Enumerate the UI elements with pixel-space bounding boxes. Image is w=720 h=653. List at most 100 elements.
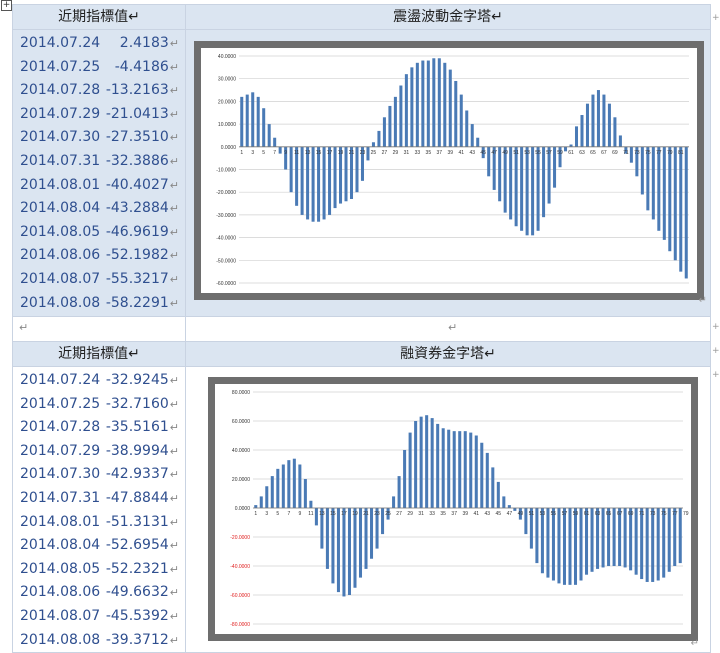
bar bbox=[557, 508, 561, 584]
table-row: 2014.07.29 -38.9994↵ bbox=[13, 440, 185, 464]
table2-value-list: 2014.07.24 -32.9245↵ 2014.07.25 -32.7160↵ 20… bbox=[13, 367, 185, 652]
bar bbox=[355, 146, 359, 193]
row-value-wrap: -52.1982↵ bbox=[106, 244, 179, 268]
table2-values-cell: 2014.07.24 -32.9245↵ 2014.07.25 -32.7160↵ 20… bbox=[12, 365, 186, 653]
y-tick-label: 20.0000 bbox=[232, 477, 250, 483]
x-tick-label: 23 bbox=[374, 511, 380, 517]
row-value: -43.2884 bbox=[105, 200, 169, 217]
x-tick-label: 35 bbox=[426, 150, 432, 156]
x-tick-label: 73 bbox=[634, 150, 640, 156]
bar bbox=[613, 117, 617, 147]
y-tick-label: -60.0000 bbox=[216, 281, 236, 287]
y-tick-label: 60.0000 bbox=[232, 419, 250, 425]
row-value-wrap: -55.3217↵ bbox=[106, 268, 179, 292]
bar bbox=[667, 508, 671, 572]
x-tick-label: 49 bbox=[518, 511, 524, 517]
bar bbox=[487, 146, 491, 177]
bar bbox=[568, 508, 572, 585]
bar bbox=[503, 146, 507, 213]
bar bbox=[254, 505, 258, 508]
bar bbox=[265, 486, 269, 508]
bar bbox=[399, 85, 403, 147]
row-value-wrap: -35.5161↵ bbox=[106, 416, 179, 440]
paragraph-mark: ↵ bbox=[169, 107, 179, 121]
row-value-wrap: -45.5392↵ bbox=[106, 605, 179, 629]
x-tick-label: 45 bbox=[480, 150, 486, 156]
bar bbox=[430, 418, 434, 508]
bar bbox=[498, 146, 502, 202]
table-row: 2014.07.30 -42.9337↵ bbox=[13, 463, 185, 487]
x-tick-label: 71 bbox=[639, 511, 645, 517]
row-date: 2014.07.28 bbox=[20, 82, 101, 99]
side-mark: + bbox=[712, 370, 720, 380]
bar bbox=[535, 508, 539, 564]
row-value-wrap: -32.3886↵ bbox=[106, 150, 179, 174]
bar bbox=[443, 62, 447, 147]
bar bbox=[328, 146, 332, 215]
bar bbox=[303, 479, 307, 508]
bar bbox=[276, 468, 280, 508]
bar bbox=[629, 508, 633, 571]
side-mark: + bbox=[712, 346, 720, 356]
x-tick-label: 53 bbox=[524, 150, 530, 156]
row-date: 2014.07.25 bbox=[20, 58, 101, 75]
table-row: 2014.07.25 -4.4186↵ bbox=[13, 56, 185, 80]
paragraph-mark: ↵ bbox=[169, 249, 179, 263]
bar bbox=[306, 146, 310, 220]
spacer-cell-right: ↵ bbox=[185, 316, 711, 342]
bar bbox=[585, 103, 589, 147]
x-tick-label: 47 bbox=[507, 511, 513, 517]
paragraph-mark: ↵ bbox=[169, 586, 179, 600]
paragraph-mark: ↵ bbox=[169, 397, 179, 411]
x-tick-label: 69 bbox=[612, 150, 618, 156]
paragraph-mark: ↵ bbox=[169, 491, 179, 505]
x-tick-label: 37 bbox=[451, 511, 457, 517]
spacer-cell-left: ↵ bbox=[12, 316, 186, 342]
table-move-handle[interactable]: + bbox=[1, 0, 12, 11]
x-tick-label: 31 bbox=[404, 150, 410, 156]
bar bbox=[640, 508, 644, 580]
bar bbox=[546, 508, 550, 578]
bar bbox=[524, 508, 528, 535]
row-value: -32.9245 bbox=[105, 372, 169, 388]
x-tick-label: 25 bbox=[371, 150, 377, 156]
bar bbox=[342, 508, 346, 597]
row-value: -46.9619 bbox=[105, 223, 169, 240]
table-row: 2014.07.24 -32.9245↵ bbox=[13, 369, 185, 393]
report-table: 近期指標值↵ 震盪波動金字塔↵ 2014.07.24 2.4183↵ 2014.07… bbox=[12, 4, 711, 653]
bar bbox=[262, 108, 266, 147]
row-value: -58.2291 bbox=[105, 294, 169, 311]
bar bbox=[596, 90, 600, 147]
table-row: 2014.07.28 -13.2163↵ bbox=[13, 79, 185, 103]
bar bbox=[573, 508, 578, 585]
x-tick-label: 53 bbox=[540, 511, 546, 517]
bar bbox=[540, 508, 544, 574]
row-value: -32.3886 bbox=[105, 152, 169, 169]
x-tick-label: 69 bbox=[628, 511, 634, 517]
x-tick-label: 31 bbox=[418, 511, 424, 517]
y-tick-label: 10.0000 bbox=[218, 122, 236, 128]
bar bbox=[292, 458, 296, 508]
bar bbox=[656, 508, 660, 581]
row-value-wrap: -51.3131↵ bbox=[106, 511, 179, 535]
bar bbox=[364, 508, 368, 569]
row-value-wrap: -32.7160↵ bbox=[106, 393, 179, 417]
x-tick-label: 1 bbox=[240, 150, 243, 156]
x-tick-label: 19 bbox=[352, 511, 358, 517]
row-value-wrap: -43.2884↵ bbox=[106, 197, 179, 221]
table2-left-header-text: 近期指標值 bbox=[58, 346, 129, 362]
bar bbox=[590, 508, 594, 572]
bar bbox=[436, 423, 440, 508]
x-tick-label: 17 bbox=[341, 511, 347, 517]
bar bbox=[651, 508, 655, 582]
bar bbox=[287, 460, 291, 508]
paragraph-mark: ↵ bbox=[484, 346, 496, 362]
x-tick-label: 13 bbox=[319, 511, 325, 517]
x-tick-label: 33 bbox=[429, 511, 435, 517]
y-tick-label: -20.0000 bbox=[216, 190, 236, 196]
bar bbox=[419, 416, 423, 508]
row-value: -13.2163 bbox=[105, 82, 169, 99]
bar bbox=[662, 146, 666, 240]
x-tick-label: 21 bbox=[363, 511, 369, 517]
table2-right-header-text: 融資券金字塔 bbox=[400, 346, 485, 362]
